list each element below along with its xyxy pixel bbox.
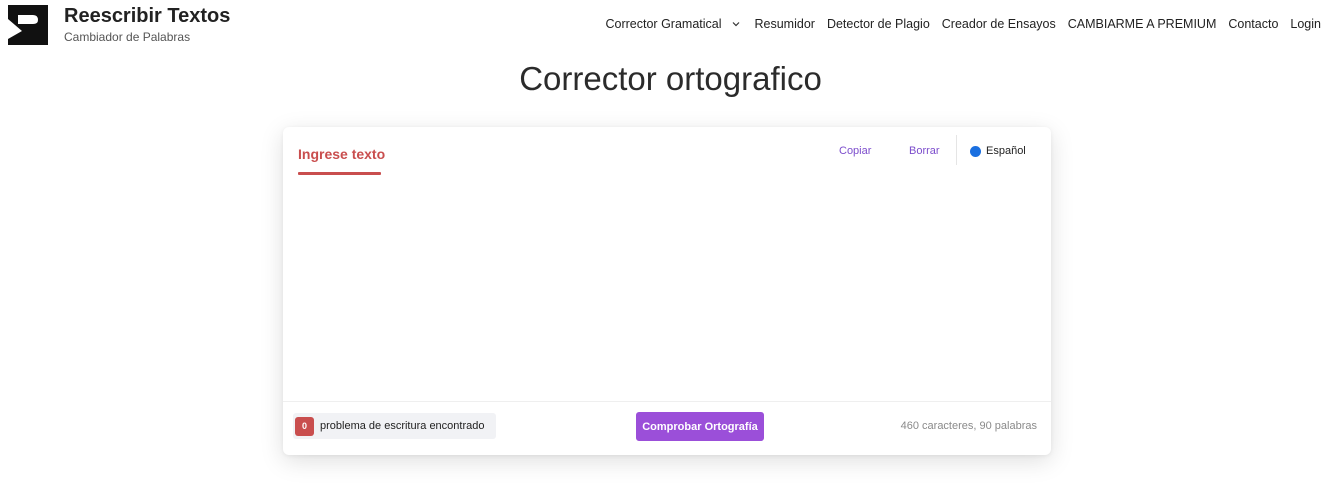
nav-item-detector-de-plagio[interactable]: Detector de Plagio	[827, 17, 930, 31]
brand-title[interactable]: Reescribir Textos	[64, 5, 230, 28]
footer-divider	[283, 401, 1051, 402]
nav-item-contacto[interactable]: Contacto	[1228, 17, 1278, 31]
text-input[interactable]	[298, 185, 1036, 395]
language-selector[interactable]: Español	[970, 145, 1026, 157]
issues-label: problema de escritura encontrado	[320, 420, 485, 432]
nav-item-label: Corrector Gramatical	[605, 17, 722, 31]
nav-item-resumidor[interactable]: Resumidor	[755, 17, 815, 31]
nav-item-creador-de-ensayos[interactable]: Creador de Ensayos	[942, 17, 1056, 31]
main-nav: Corrector Gramatical Resumidor Detector …	[606, 17, 1322, 31]
toolbar-divider	[956, 135, 957, 165]
tab-active-indicator	[298, 172, 381, 175]
nav-item-premium[interactable]: CAMBIARME A PREMIUM	[1068, 17, 1217, 31]
issues-count-badge: 0	[295, 416, 314, 436]
language-label: Español	[986, 145, 1026, 157]
page-title: Corrector ortografico	[519, 60, 822, 97]
nav-item-login[interactable]: Login	[1290, 17, 1321, 31]
tab-ingrese-texto[interactable]: Ingrese texto	[298, 146, 385, 162]
clear-button[interactable]: Borrar	[909, 145, 940, 157]
check-spelling-button[interactable]: Comprobar Ortografía	[636, 412, 764, 441]
reescribir-logo-icon[interactable]	[8, 5, 48, 45]
nav-item-corrector-gramatical[interactable]: Corrector Gramatical	[606, 17, 743, 31]
spell-checker-card: Ingrese texto Copiar Borrar Español 0 pr…	[283, 127, 1051, 455]
issues-indicator: 0 problema de escritura encontrado	[293, 413, 496, 439]
copy-button[interactable]: Copiar	[839, 145, 871, 157]
brand-subtitle: Cambiador de Palabras	[64, 30, 191, 44]
language-dot-icon	[970, 145, 981, 157]
site-header: Reescribir Textos Cambiador de Palabras …	[0, 0, 1341, 50]
character-word-count: 460 caracteres, 90 palabras	[900, 420, 1037, 432]
chevron-down-icon	[732, 22, 739, 27]
